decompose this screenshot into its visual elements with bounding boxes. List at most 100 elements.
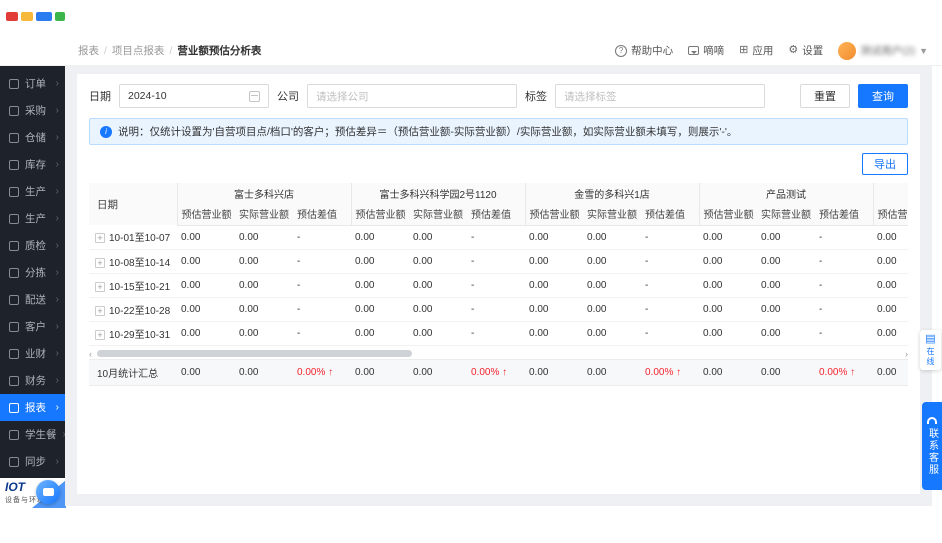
group-header: 产品测试 <box>698 183 874 203</box>
message-link[interactable]: 嘀嘀 <box>688 43 724 58</box>
value-cell: 0.00 <box>351 249 409 274</box>
sidebar-item-label: 生产 <box>25 213 46 225</box>
value-cell: - <box>467 249 526 274</box>
contact-service-button[interactable]: 联系客服 <box>922 402 942 490</box>
export-button[interactable]: 导出 <box>862 153 908 175</box>
sidebar-item-label: 仓储 <box>25 132 46 144</box>
value-cell: - <box>467 321 526 346</box>
value-cell: 0.00 <box>409 249 467 274</box>
calendar-icon <box>249 90 260 102</box>
expand-icon[interactable]: + <box>95 257 105 268</box>
value-cell: - <box>641 225 700 250</box>
sub-header: 预估营业额 <box>872 203 908 226</box>
value-cell: - <box>641 273 700 298</box>
help-center-link[interactable]: ? 帮助中心 <box>615 43 673 58</box>
breadcrumb: 报表 / 项目点报表 / 营业额预估分析表 <box>78 43 261 58</box>
menu-icon <box>9 348 19 359</box>
summary-value-cell: 0.00 <box>235 358 293 386</box>
breadcrumb-separator: / <box>104 44 107 57</box>
sidebar-item-质检[interactable]: 质检 › <box>0 232 65 259</box>
value-cell: 0.00 <box>583 321 642 346</box>
value-cell: - <box>293 321 351 346</box>
value-cell: - <box>293 225 351 250</box>
tag-select[interactable]: 请选择标签 <box>555 84 765 108</box>
sidebar-item-采购[interactable]: 采购 › <box>0 97 65 124</box>
expand-icon[interactable]: + <box>95 233 105 244</box>
value-cell: - <box>467 225 526 250</box>
col-header-date: 日期 <box>89 183 177 225</box>
row-date-range: 10-15至10-21 <box>109 281 171 293</box>
sub-header: 预估差值 <box>293 203 351 226</box>
expand-icon[interactable]: + <box>95 305 105 316</box>
iot-title: IOT <box>5 480 25 494</box>
menu-icon <box>9 456 19 467</box>
value-cell: 0.00 <box>235 249 293 274</box>
chat-service-icon[interactable] <box>36 480 60 504</box>
iot-brand: IOT 设备与环境 <box>0 478 66 508</box>
sidebar-item-库存[interactable]: 库存 › <box>0 151 65 178</box>
value-cell: 0.00 <box>525 249 584 274</box>
summary-label: 10月统计汇总 <box>89 358 177 386</box>
scrollbar-thumb[interactable] <box>97 350 412 357</box>
report-table: 日期 富士多科兴店 富士多科兴科学园2号1120 金雪的多科兴1店 产品测试 预估营业额实… <box>89 183 908 346</box>
chevron-right-icon: › <box>55 402 59 413</box>
sidebar-item-label: 客户 <box>25 321 46 333</box>
chevron-right-icon: › <box>55 186 59 197</box>
scroll-left-icon[interactable]: ‹ <box>89 349 97 359</box>
value-cell: 0.00 <box>699 273 758 298</box>
menu-icon <box>9 294 19 305</box>
value-cell: 0.00 <box>583 297 642 322</box>
avatar <box>838 41 857 60</box>
sidebar-item-财务[interactable]: 财务 › <box>0 367 65 394</box>
sidebar-item-订单[interactable]: 订单 › <box>0 70 65 97</box>
summary-value-cell: 0.00 <box>525 358 583 386</box>
value-cell: 0.00 <box>235 321 293 346</box>
sidebar-item-生产[interactable]: 生产 › <box>0 205 65 232</box>
table-row: +10-22至10-28 0.00 0.00-0.00 0.00-0.00 0.00-0… <box>89 297 908 322</box>
expand-icon[interactable]: + <box>95 281 105 292</box>
menu-icon <box>9 240 19 251</box>
headset-icon <box>927 416 937 424</box>
breadcrumb-section[interactable]: 项目点报表 <box>112 43 165 58</box>
apps-grid-icon: ⊞ <box>739 44 749 56</box>
query-button[interactable]: 查询 <box>858 84 908 108</box>
logo-block-blue <box>36 12 52 21</box>
user-name: 测试用户(2) <box>860 45 916 57</box>
breadcrumb-root[interactable]: 报表 <box>78 43 99 58</box>
settings-link[interactable]: ⚙ 设置 <box>788 43 823 58</box>
value-cell: 0.00 <box>873 273 908 298</box>
sidebar-item-报表[interactable]: 报表 › <box>0 394 65 421</box>
scrollbar-track[interactable] <box>97 350 900 357</box>
sidebar-item-label: 学生餐 <box>25 429 57 441</box>
value-cell: 0.00 <box>873 249 908 274</box>
sidebar-item-同步[interactable]: 同步 › <box>0 448 65 475</box>
menu-icon <box>9 78 19 89</box>
group-header: 富士多科兴科学园2号1120 <box>350 183 526 203</box>
date-input[interactable]: 2024-10 <box>119 84 269 108</box>
summary-value-cell: 0.00 <box>873 358 908 386</box>
sidebar-item-客户[interactable]: 客户 › <box>0 313 65 340</box>
scroll-right-icon[interactable]: › <box>900 349 908 359</box>
expand-icon[interactable]: + <box>95 329 105 340</box>
sidebar-item-仓储[interactable]: 仓储 › <box>0 124 65 151</box>
user-menu[interactable]: 测试用户(2) ▼ <box>838 41 928 60</box>
value-cell: 0.00 <box>699 225 758 250</box>
value-cell: 0.00 <box>235 297 293 322</box>
tag-filter-label: 标签 <box>525 91 547 103</box>
sidebar-item-生产[interactable]: 生产 › <box>0 178 65 205</box>
apps-link[interactable]: ⊞ 应用 <box>739 43 773 58</box>
company-select[interactable]: 请选择公司 <box>307 84 517 108</box>
sub-header: 预估营业额 <box>524 203 584 226</box>
sidebar-item-业财[interactable]: 业财 › <box>0 340 65 367</box>
sub-header: 预估营业额 <box>350 203 409 226</box>
group-header: 金雪的多科兴1店 <box>524 183 700 203</box>
settings-label: 设置 <box>802 45 824 57</box>
table-row: +10-15至10-21 0.00 0.00-0.00 0.00-0.00 0.00-0… <box>89 273 908 298</box>
floating-widget[interactable]: ▤ 在线 <box>920 330 941 371</box>
reset-button[interactable]: 重置 <box>800 84 850 108</box>
sidebar-item-配送[interactable]: 配送 › <box>0 286 65 313</box>
sidebar-item-学生餐[interactable]: 学生餐› <box>0 421 66 448</box>
help-icon: ? <box>615 44 628 57</box>
summary-value-cell: 0.00 <box>583 358 641 386</box>
sidebar-item-分拣[interactable]: 分拣 › <box>0 259 65 286</box>
